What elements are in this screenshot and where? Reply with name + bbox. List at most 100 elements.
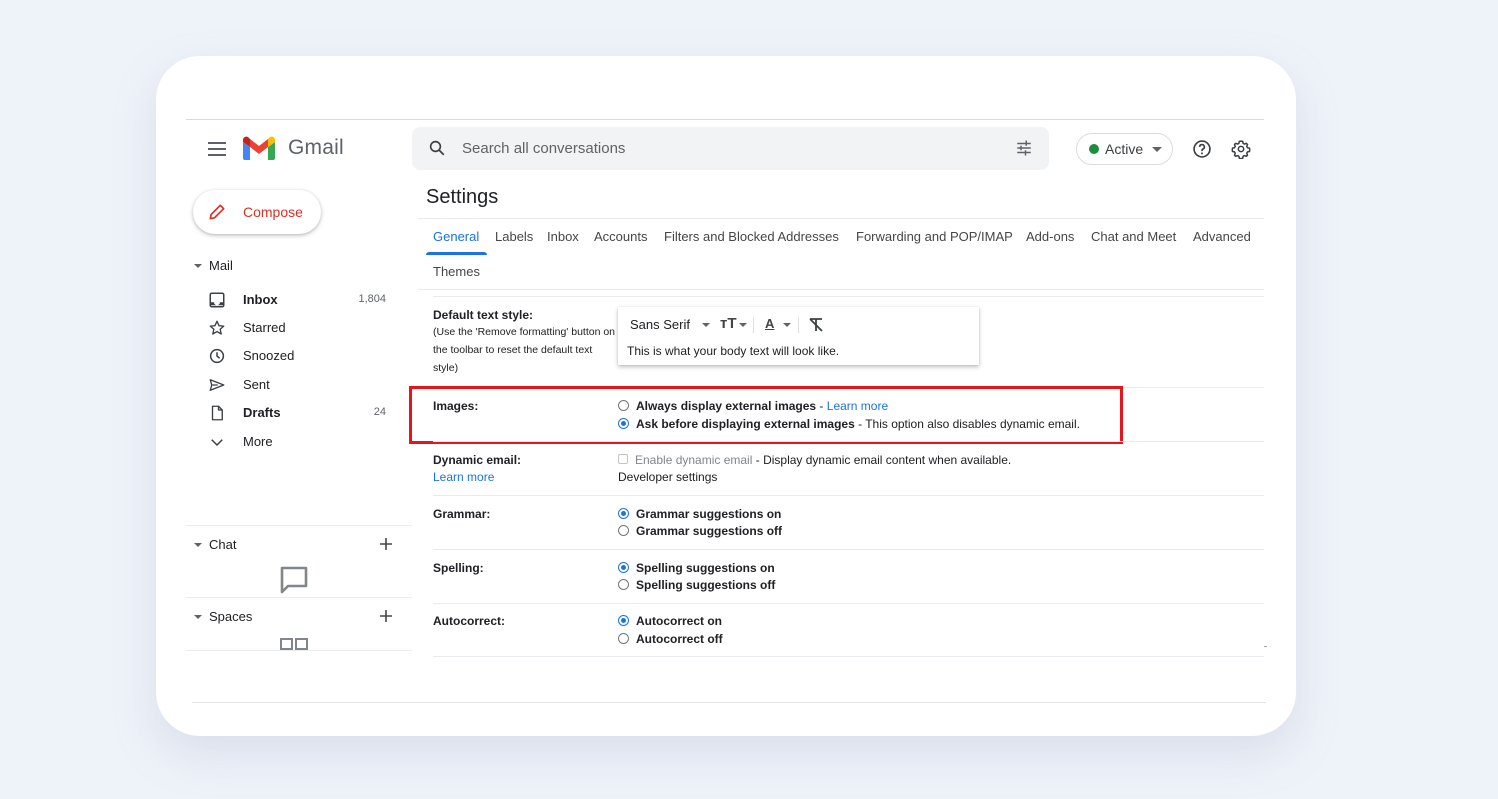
collapse-triangle-icon (194, 263, 202, 268)
radio-button[interactable] (618, 633, 629, 645)
status-label: Active (1105, 141, 1144, 157)
draft-icon (211, 405, 223, 421)
radio-button-selected[interactable] (618, 615, 629, 627)
sidebar-item-label: Drafts (243, 405, 281, 420)
scroll-marker (1264, 646, 1267, 647)
clock-icon (209, 348, 225, 364)
gear-icon[interactable] (1231, 139, 1251, 159)
unread-count: 1,804 (358, 293, 386, 305)
text-color-icon[interactable]: A (765, 316, 774, 331)
spaces-section-toggle[interactable]: Spaces (194, 609, 252, 624)
images-learn-more-link[interactable]: Learn more (827, 399, 888, 413)
tab-addons[interactable]: Add-ons (1026, 229, 1074, 244)
sidebar-divider (186, 650, 412, 651)
toolbar-separator (798, 317, 799, 333)
gmail-wordmark: Gmail (288, 136, 344, 159)
tab-chat-meet[interactable]: Chat and Meet (1091, 229, 1176, 244)
radio-button-selected[interactable] (618, 562, 629, 574)
chat-bubble-icon (280, 566, 308, 594)
radio-autocorrect-on[interactable]: Autocorrect on (618, 614, 722, 628)
new-space-plus-icon[interactable] (378, 608, 394, 624)
send-icon (209, 379, 225, 391)
text-style-editor: Sans Serif тT A This is what your body t… (618, 307, 979, 365)
size-caret-icon (739, 323, 747, 327)
radio-button[interactable] (618, 525, 629, 537)
spaces-icon (280, 638, 308, 650)
tab-inbox[interactable]: Inbox (547, 229, 579, 244)
sidebar-item-label: More (243, 434, 273, 449)
autocorrect-label: Autocorrect: (433, 614, 506, 628)
font-family-dropdown[interactable]: Sans Serif (630, 317, 690, 332)
radio-spelling-on[interactable]: Spelling suggestions on (618, 561, 775, 575)
sidebar-divider (186, 525, 412, 526)
inbox-icon (209, 292, 225, 308)
developer-settings-link[interactable]: Developer settings (618, 470, 717, 484)
mail-section-toggle[interactable]: Mail (194, 258, 233, 273)
row-divider (433, 441, 1264, 442)
mail-section-label: Mail (209, 258, 233, 273)
tab-themes[interactable]: Themes (433, 264, 480, 279)
remove-formatting-icon[interactable] (808, 317, 824, 333)
search-icon[interactable] (428, 139, 446, 157)
radio-button[interactable] (618, 400, 629, 412)
pencil-icon (209, 204, 225, 220)
new-chat-plus-icon[interactable] (378, 536, 394, 552)
chevron-down-icon (211, 439, 223, 447)
star-icon (209, 320, 225, 335)
sidebar-divider (186, 597, 412, 598)
tab-general[interactable]: General (433, 229, 479, 244)
page-title: Settings (426, 186, 499, 208)
tabs-divider (418, 289, 1264, 290)
sidebar-item-snoozed[interactable]: Snoozed (208, 343, 398, 369)
highlight-box (409, 386, 1123, 444)
sidebar-item-label: Sent (243, 377, 270, 392)
radio-button[interactable] (618, 579, 629, 591)
sidebar-item-inbox[interactable]: Inbox 1,804 (208, 287, 398, 313)
radio-always-display-images[interactable]: Always display external images - Learn m… (618, 399, 888, 413)
sidebar-item-drafts[interactable]: Drafts 24 (208, 400, 398, 426)
checkbox[interactable] (618, 453, 628, 464)
images-label: Images: (433, 399, 479, 413)
font-caret-icon (702, 323, 710, 327)
radio-button-selected[interactable] (618, 418, 629, 430)
chat-section-toggle[interactable]: Chat (194, 537, 236, 552)
tab-filters[interactable]: Filters and Blocked Addresses (664, 229, 839, 244)
tab-labels[interactable]: Labels (495, 229, 533, 244)
gmail-logo-icon[interactable] (243, 136, 275, 160)
radio-grammar-on[interactable]: Grammar suggestions on (618, 507, 781, 521)
gmail-window-card: Gmail Active Compose Mail Inbox 1,804 St… (156, 56, 1296, 736)
row-divider (433, 387, 1264, 388)
sidebar-item-label: Snoozed (243, 348, 295, 363)
tab-advanced[interactable]: Advanced (1193, 229, 1251, 244)
dynamic-email-label: Dynamic email: (433, 453, 522, 467)
tab-accounts[interactable]: Accounts (594, 229, 647, 244)
row-divider (433, 603, 1264, 604)
font-size-icon[interactable]: тT (720, 315, 737, 332)
enable-dynamic-email-checkbox[interactable]: Enable dynamic email - Display dynamic e… (618, 453, 1011, 467)
draft-count: 24 (373, 406, 386, 418)
search-options-icon[interactable] (1015, 139, 1033, 157)
spelling-label: Spelling: (433, 561, 484, 575)
help-icon[interactable] (1192, 139, 1212, 159)
sidebar-item-starred[interactable]: Starred (208, 315, 398, 341)
radio-autocorrect-off[interactable]: Autocorrect off (618, 632, 723, 646)
compose-button[interactable]: Compose (193, 190, 321, 234)
menu-icon[interactable] (208, 142, 226, 156)
sidebar-item-label: Inbox (243, 292, 278, 307)
radio-grammar-off[interactable]: Grammar suggestions off (618, 524, 782, 538)
search-bar[interactable] (412, 127, 1049, 170)
dynamic-email-learn-more-link[interactable]: Learn more (433, 468, 618, 486)
title-divider (418, 218, 1264, 219)
row-divider (433, 549, 1264, 550)
row-divider (433, 495, 1264, 496)
search-input[interactable] (462, 136, 982, 160)
status-dropdown[interactable]: Active (1076, 133, 1173, 165)
collapse-triangle-icon (194, 542, 202, 547)
radio-ask-before-display[interactable]: Ask before displaying external images - … (618, 417, 1080, 431)
radio-button-selected[interactable] (618, 508, 629, 520)
default-text-style-label: Default text style: (433, 308, 534, 322)
radio-spelling-off[interactable]: Spelling suggestions off (618, 578, 775, 592)
sidebar-item-more[interactable]: More (208, 429, 398, 455)
tab-forwarding[interactable]: Forwarding and POP/IMAP (856, 229, 1013, 244)
sidebar-item-sent[interactable]: Sent (208, 372, 398, 398)
